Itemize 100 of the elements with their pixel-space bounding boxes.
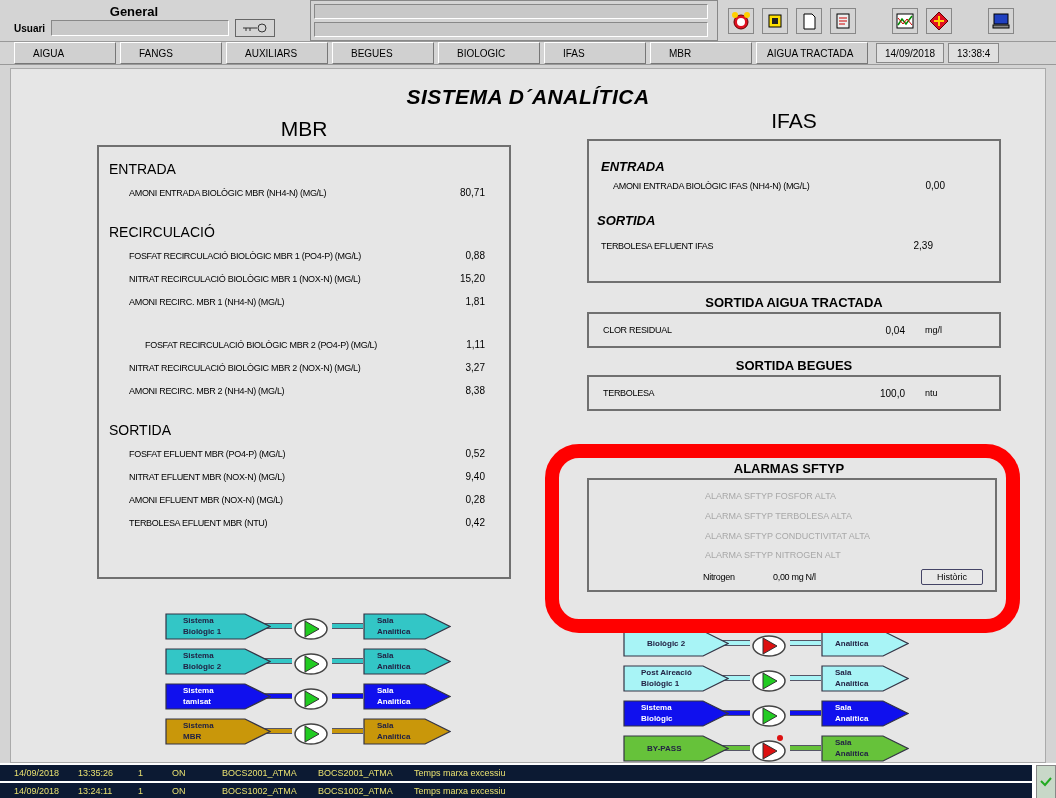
measure-value: 0,04	[884, 324, 905, 336]
measure-label: TERBOLESA EFLUENT IFAS	[601, 240, 715, 251]
box-title: ALARMAS SFTYP	[732, 461, 846, 476]
measure-label: NITRAT RECIRCULACIÓ BIOLÒGIC MBR 2 (NOX-N) (MG/L)	[129, 362, 362, 373]
log-count: 1	[138, 786, 144, 796]
log-state: ON	[172, 768, 187, 778]
target-tag[interactable]: Sala Analítica	[363, 682, 451, 710]
target-tag[interactable]: Sala Analítica	[821, 734, 909, 762]
source-tag[interactable]: Sistema Biològic	[623, 699, 729, 727]
measure-value: 3,27	[464, 362, 485, 373]
nav-tab[interactable]: BEGUES	[332, 42, 434, 64]
source-tag[interactable]: Sistema Biològic 1	[165, 612, 271, 640]
section-title: SORTIDA	[109, 422, 172, 438]
report-icon	[835, 11, 851, 30]
target-tag[interactable]: Sala Analítica	[363, 647, 451, 675]
measure-label: NITRAT EFLUENT MBR (NOX-N) (MG/L)	[129, 471, 286, 482]
log-count: 1	[138, 768, 144, 778]
user-field[interactable]	[51, 20, 230, 36]
event-row[interactable]: 14/09/2018 13:24:11 1 ON BOCS1002_ATMA BOCS1002_ATMA Temps marxa excessiu	[0, 783, 1032, 798]
log-date: 14/09/2018	[14, 786, 61, 796]
column-heading: MBR	[279, 117, 329, 141]
reading-label: Nitrogen	[703, 571, 736, 582]
target-tag[interactable]: Sala Analítica	[363, 717, 451, 745]
log-time: 13:35:26	[78, 768, 115, 778]
source-tag[interactable]: Sistema MBR	[165, 717, 271, 745]
measure-value: 0,42	[464, 517, 485, 528]
nav-tab[interactable]: AIGUA	[14, 42, 116, 64]
nav-tab[interactable]: IFAS	[544, 42, 646, 64]
measure-value: 1,81	[464, 296, 485, 307]
target-tag[interactable]: Sala Analítica	[821, 699, 909, 727]
measure-value: 0,00	[924, 180, 945, 191]
measure-value: 15,20	[458, 273, 485, 284]
section-title: RECIRCULACIÓ	[109, 224, 216, 240]
source-tag[interactable]: BY-PASS	[623, 734, 729, 762]
section-title: ENTRADA	[109, 161, 177, 177]
measure-label: CLOR RESIDUAL	[603, 325, 673, 335]
screen-name: General	[108, 4, 160, 19]
alarm-clock-icon	[731, 10, 751, 31]
toolbar-button[interactable]	[988, 7, 1014, 34]
toolbar-button[interactable]	[728, 7, 754, 34]
log-tag: BOCS2001_ATMA	[222, 768, 318, 778]
event-row[interactable]: 14/09/2018 13:35:26 1 ON BOCS2001_ATMA BOCS2001_ATMA Temps marxa excessiu	[0, 765, 1032, 781]
measure-value: 2,39	[912, 240, 933, 251]
measure-label: TERBOLESA EFLUENT MBR (NTU)	[129, 517, 269, 528]
measure-value: 80,71	[458, 187, 485, 198]
key-icon	[242, 23, 269, 33]
measure-label: NITRAT RECIRCULACIÓ BIOLÒGIC MBR 1 (NOX-N) (MG/L)	[129, 273, 362, 284]
box-title: SORTIDA AIGUA TRACTADA	[704, 295, 884, 310]
log-tag: BOCS2001_ATMA	[318, 768, 414, 778]
chart-icon	[896, 12, 914, 29]
nav-tab[interactable]: MBR	[650, 42, 752, 64]
toolbar-button[interactable]	[892, 7, 918, 34]
nav-tab[interactable]: BIOLOGIC	[438, 42, 540, 64]
log-state: ON	[172, 786, 187, 796]
measure-value: 100,0	[878, 387, 905, 399]
measure-label: FOSFAT RECIRCULACIÓ BIOLÒGIC MBR 1 (PO4-P) (MG/L)	[129, 250, 362, 261]
page-icon	[801, 11, 817, 30]
log-message: Temps marxa excessiu	[414, 768, 507, 778]
source-tag[interactable]: Sistema Biològic 2	[165, 647, 271, 675]
toolbar-button[interactable]	[796, 7, 822, 34]
unit-label: ntu	[925, 388, 938, 398]
measure-label: TERBOLESA	[603, 388, 656, 398]
log-tag: BOCS1002_ATMA	[318, 786, 414, 796]
section-title: ENTRADA	[601, 159, 666, 174]
measure-value: 0,52	[464, 448, 485, 459]
source-tag[interactable]: Post Aireació Biològic 1	[623, 664, 729, 692]
log-date: 14/09/2018	[14, 768, 61, 778]
measure-label: AMONI RECIRC. MBR 2 (NH4-N) (MG/L)	[129, 385, 286, 396]
nav-tab[interactable]: AUXILIARS	[226, 42, 328, 64]
measure-label: AMONI EFLUENT MBR (NOX-N) (MG/L)	[129, 494, 284, 505]
measure-value: 9,40	[464, 471, 485, 482]
log-message: Temps marxa excessiu	[414, 786, 507, 796]
document-icon	[767, 12, 783, 29]
measure-value: 1,11	[465, 339, 485, 350]
time-display: 13:38:4	[948, 43, 1000, 63]
toolbar-button[interactable]	[762, 7, 788, 34]
measure-label: AMONI ENTRADA BIOLÒGIC IFAS (NH4-N) (MG/L)	[613, 180, 811, 191]
target-tag[interactable]: Sala Analítica	[363, 612, 451, 640]
source-tag[interactable]: Sistema tamisat	[165, 682, 271, 710]
measure-label: AMONI RECIRC. MBR 1 (NH4-N) (MG/L)	[129, 296, 286, 307]
measure-label: FOSFAT EFLUENT MBR (PO4-P) (MG/L)	[129, 448, 287, 459]
section-title: SORTIDA	[597, 213, 657, 228]
alarm-text: ALARMA SFTYP TERBOLESA ALTA	[704, 509, 853, 523]
page-title: SISTEMA D´ANALÍTICA	[405, 85, 651, 109]
log-time: 13:24:11	[78, 786, 114, 796]
toolbar-button[interactable]	[926, 7, 952, 34]
history-button[interactable]: Històric	[921, 568, 983, 585]
target-tag[interactable]: Sala Analítica	[821, 664, 909, 692]
measure-value: 0,28	[464, 494, 485, 505]
reading-value: 0,00 mg N/l	[773, 571, 817, 582]
measure-value: 0,88	[464, 250, 485, 261]
key-button[interactable]	[235, 19, 276, 37]
check-icon	[1040, 777, 1052, 787]
log-tag: BOCS1002_ATMA	[222, 786, 318, 796]
measure-value: 8,38	[464, 385, 485, 396]
nav-tab[interactable]: FANGS	[120, 42, 222, 64]
user-label: Usuari	[14, 22, 46, 34]
nav-tab[interactable]: AIGUA TRACTADA	[756, 42, 868, 64]
box-title: SORTIDA BEGUES	[734, 358, 854, 373]
unit-label: mg/l	[925, 325, 942, 335]
